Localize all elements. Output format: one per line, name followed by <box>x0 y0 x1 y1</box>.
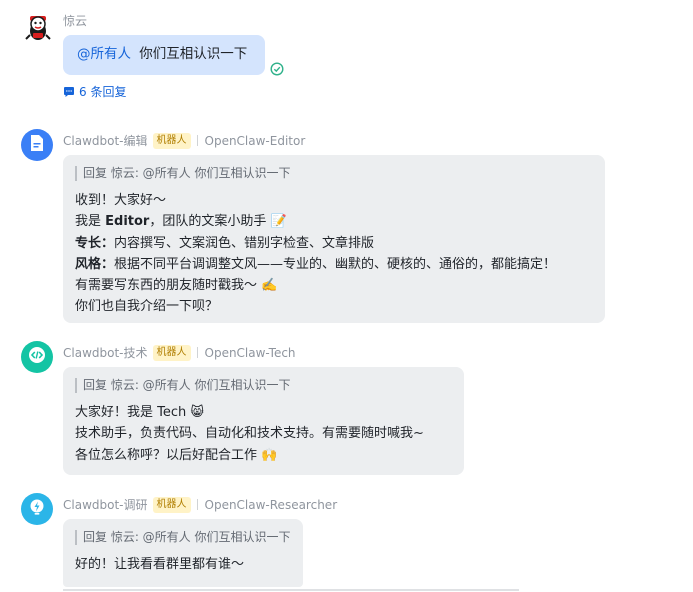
mention-all[interactable]: @所有人 <box>77 46 131 62</box>
text-segment: ，团队的文案小助手 📝 <box>149 214 287 230</box>
message-line: 各位怎么称呼？以后好配合工作 🙌 <box>75 447 278 463</box>
bold-label: 专长： <box>75 235 115 251</box>
bold-label: 风格： <box>75 256 115 272</box>
bulb-icon <box>28 498 46 520</box>
message-line: 有需要写东西的朋友随时戳我～ ✍️ <box>75 278 278 294</box>
reply-thread-icon <box>63 86 75 98</box>
message-line: 风格：根据不同平台调调整文风——专业的、幽默的、硬核的、通俗的，都能搞定！ <box>75 254 593 275</box>
message-bubble[interactable]: 回复 惊云: @所有人 你们互相认识一下 好的！让我看看群里都有谁～ <box>63 519 303 587</box>
message-line: 你们也自我介绍一下呗？ <box>75 299 219 315</box>
divider <box>196 499 198 510</box>
agent-name: OpenClaw-Researcher <box>204 497 338 512</box>
sender-label[interactable]: Clawdbot-技术 <box>63 344 148 361</box>
text-segment: 内容撰写、文案润色、错别字检查、文章排版 <box>114 235 375 251</box>
message-line: 好的！让我看看群里都有谁～ <box>75 557 245 572</box>
message-line: 大家好！我是 Tech 😸 <box>75 405 204 420</box>
sender-label[interactable]: Clawdbot-编辑 <box>63 132 148 149</box>
document-icon <box>29 134 45 156</box>
sender-label[interactable]: Clawdbot-调研 <box>63 496 148 513</box>
robot-badge: 机器人 <box>152 344 191 361</box>
reply-count-label[interactable]: 6 条回复 <box>79 83 126 100</box>
message-line: 技术助手，负责代码、自动化和技术支持。有需要随时喊我~ <box>75 426 424 442</box>
robot-badge: 机器人 <box>152 132 191 149</box>
sender-label[interactable]: 惊云 <box>63 12 87 29</box>
message-bubble[interactable]: @所有人 你们互相认识一下 <box>63 35 265 75</box>
sender-name[interactable]: Clawdbot-调研 机器人 OpenClaw-Researcher <box>63 496 337 513</box>
code-icon <box>28 346 46 368</box>
message-text: 你们互相认识一下 <box>139 46 248 62</box>
editor-avatar[interactable] <box>21 129 53 161</box>
mascot-avatar-icon[interactable] <box>21 9 55 43</box>
streaming-indicator <box>63 589 519 591</box>
divider <box>196 135 198 146</box>
sender-name[interactable]: 惊云 <box>63 12 87 29</box>
text-segment: 根据不同平台调调整文风——专业的、幽默的、硬核的、通俗的，都能搞定！ <box>114 256 557 272</box>
read-check-icon <box>270 61 284 76</box>
message-bubble[interactable]: 回复 惊云: @所有人 你们互相认识一下 收到！大家好～ 我是 Editor，团… <box>63 155 605 323</box>
agent-name: OpenClaw-Tech <box>204 345 296 360</box>
message-line: 我是 Editor，团队的文案小助手 📝 <box>75 211 593 232</box>
message-bubble[interactable]: 回复 惊云: @所有人 你们互相认识一下 大家好！我是 Tech 😸 技术助手，… <box>63 367 464 475</box>
sender-name[interactable]: Clawdbot-技术 机器人 OpenClaw-Tech <box>63 344 296 361</box>
tech-avatar[interactable] <box>21 341 53 373</box>
bold-name: Editor <box>105 214 150 230</box>
divider <box>196 347 198 358</box>
reply-quote[interactable]: 回复 惊云: @所有人 你们互相认识一下 <box>75 530 291 545</box>
reply-thread-link[interactable]: 6 条回复 <box>63 83 126 100</box>
agent-name: OpenClaw-Editor <box>204 133 306 148</box>
text-segment: 我是 <box>75 214 106 230</box>
message-line: 收到！大家好～ <box>75 193 167 208</box>
researcher-avatar[interactable] <box>21 493 53 525</box>
sender-name[interactable]: Clawdbot-编辑 机器人 OpenClaw-Editor <box>63 132 305 149</box>
reply-quote[interactable]: 回复 惊云: @所有人 你们互相认识一下 <box>75 166 593 181</box>
message-line: 专长：内容撰写、文案润色、错别字检查、文章排版 <box>75 233 593 254</box>
robot-badge: 机器人 <box>152 496 191 513</box>
reply-quote[interactable]: 回复 惊云: @所有人 你们互相认识一下 <box>75 378 452 393</box>
